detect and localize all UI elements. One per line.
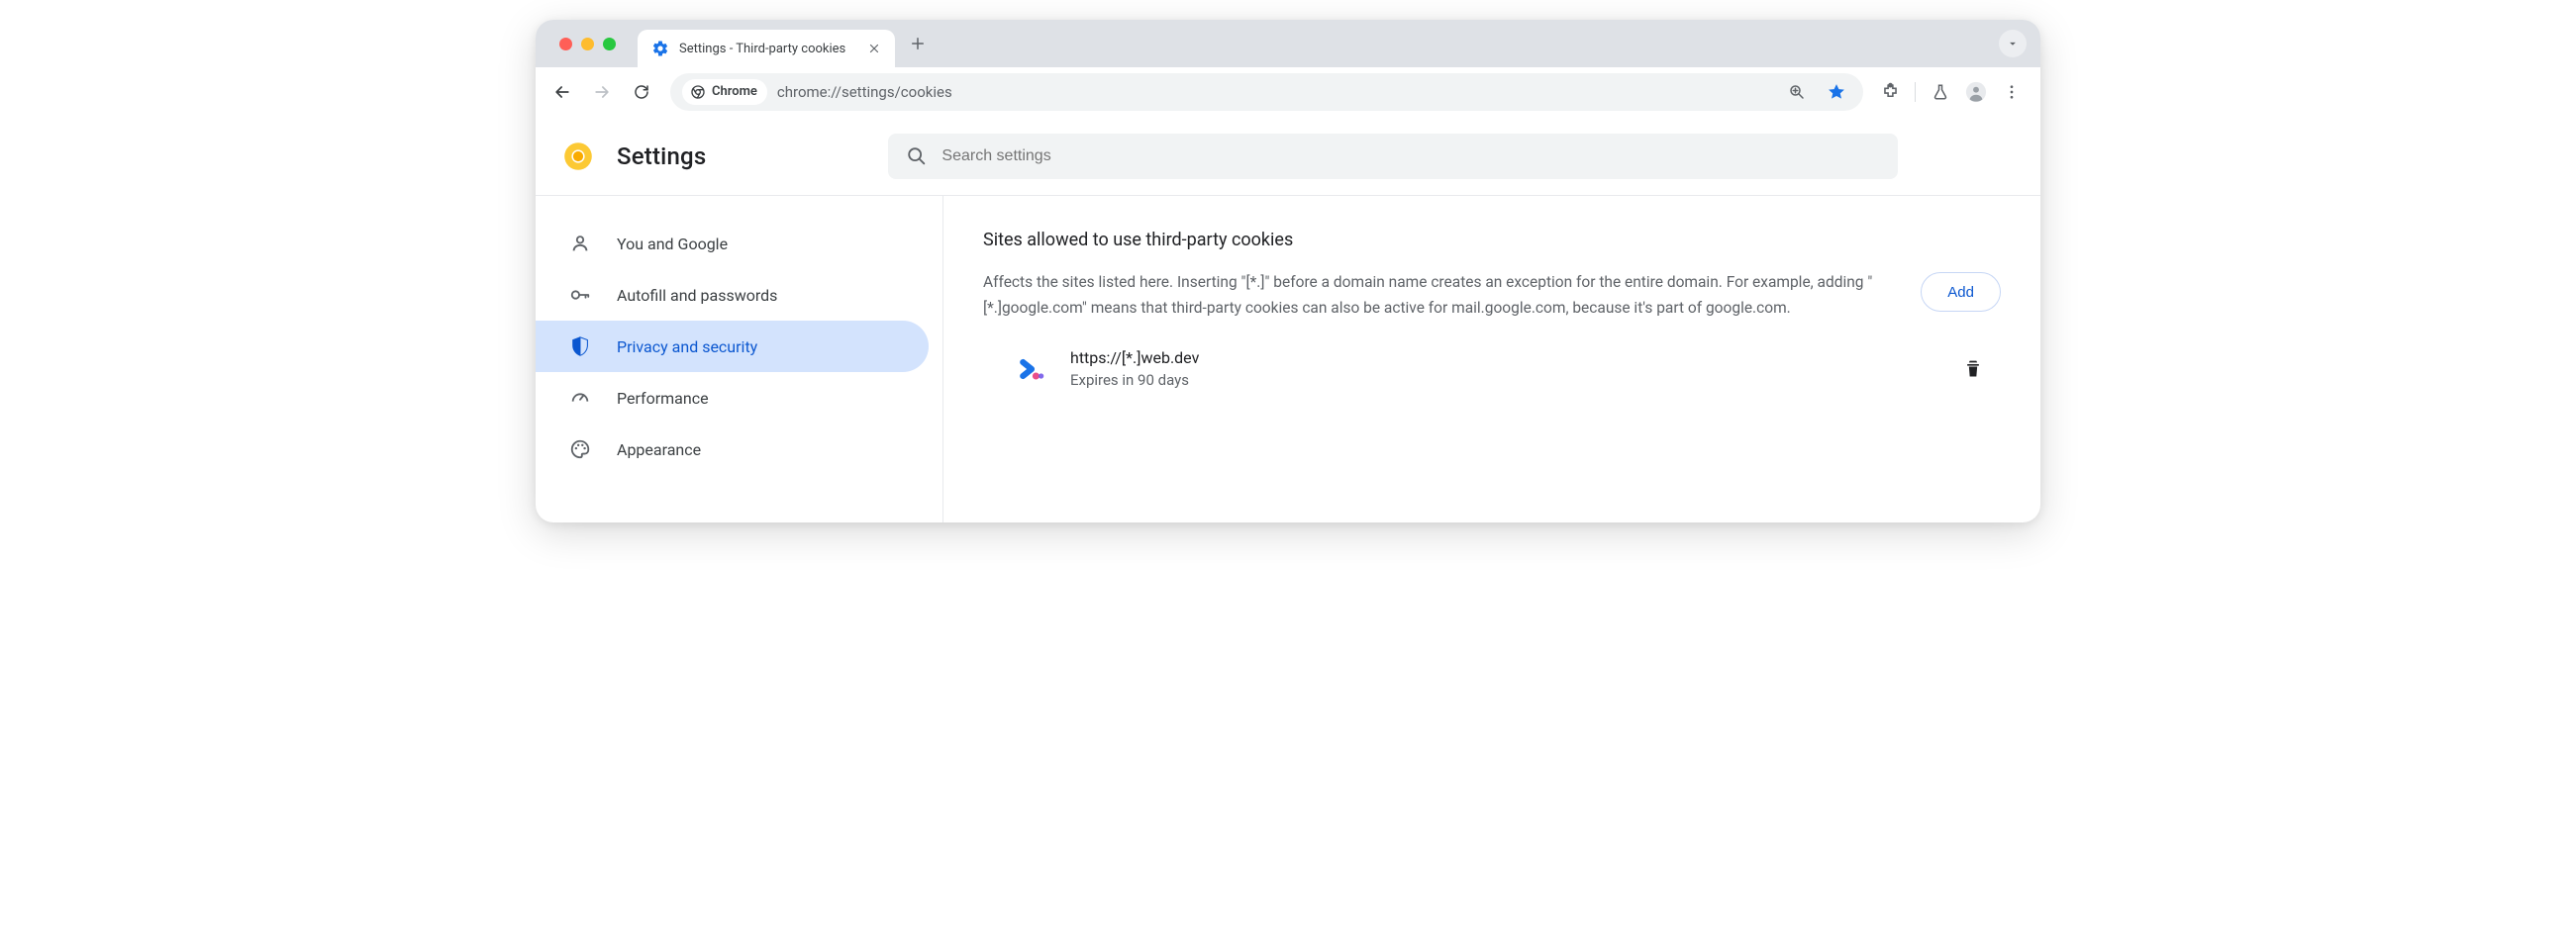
browser-tab[interactable]: Settings - Third-party cookies: [638, 30, 895, 67]
window-maximize-button[interactable]: [603, 38, 616, 50]
browser-toolbar: Chrome chrome://settings/cookies: [536, 67, 2040, 117]
zoom-icon[interactable]: [1782, 77, 1812, 107]
search-settings-field[interactable]: [888, 134, 1898, 179]
labs-icon[interactable]: [1926, 77, 1955, 107]
window-close-button[interactable]: [559, 38, 572, 50]
back-button[interactable]: [545, 75, 579, 109]
chrome-icon: [690, 84, 706, 100]
sidebar-item-autofill[interactable]: Autofill and passwords: [536, 269, 929, 321]
site-chip-label: Chrome: [712, 84, 757, 99]
section-description: Affects the sites listed here. Inserting…: [983, 270, 1891, 321]
delete-site-button[interactable]: [1955, 351, 1991, 387]
settings-header: Settings: [536, 117, 2040, 196]
sidebar-item-label: Autofill and passwords: [617, 286, 777, 305]
extensions-icon[interactable]: [1875, 77, 1905, 107]
sidebar-item-label: Appearance: [617, 440, 701, 459]
page-title: Settings: [617, 142, 706, 170]
palette-icon: [569, 438, 591, 460]
tab-title: Settings - Third-party cookies: [679, 42, 855, 56]
trash-icon: [1963, 359, 1983, 379]
browser-window: Settings - Third-party cookies Chrome: [536, 20, 2040, 522]
url-text: chrome://settings/cookies: [777, 83, 1772, 101]
menu-icon[interactable]: [1997, 77, 2027, 107]
allowed-site-row: https://[*.]web.dev Expires in 90 days: [983, 348, 2001, 389]
address-bar[interactable]: Chrome chrome://settings/cookies: [670, 73, 1863, 111]
new-tab-button[interactable]: [903, 29, 933, 58]
sidebar-item-you-and-google[interactable]: You and Google: [536, 218, 929, 269]
sidebar-item-label: You and Google: [617, 235, 728, 253]
bookmark-star-icon[interactable]: [1822, 77, 1851, 107]
sidebar-item-appearance[interactable]: Appearance: [536, 424, 929, 475]
tab-search-button[interactable]: [1999, 30, 2027, 57]
search-icon: [906, 145, 928, 167]
sidebar-item-privacy-security[interactable]: Privacy and security: [536, 321, 929, 372]
key-icon: [569, 284, 591, 306]
chrome-logo-icon: [563, 142, 593, 171]
tab-strip: Settings - Third-party cookies: [536, 20, 2040, 67]
site-url-text: https://[*.]web.dev: [1070, 348, 1932, 367]
window-controls: [559, 38, 616, 50]
site-chip[interactable]: Chrome: [682, 79, 767, 105]
settings-main: Sites allowed to use third-party cookies…: [943, 196, 2040, 522]
search-settings-input[interactable]: [941, 147, 1880, 165]
add-button[interactable]: Add: [1921, 272, 2001, 312]
person-icon: [569, 233, 591, 254]
site-expiry-text: Expires in 90 days: [1070, 371, 1932, 389]
forward-button[interactable]: [585, 75, 619, 109]
sidebar-item-performance[interactable]: Performance: [536, 372, 929, 424]
window-minimize-button[interactable]: [581, 38, 594, 50]
gear-icon: [651, 40, 669, 57]
reload-button[interactable]: [625, 75, 658, 109]
shield-icon: [569, 335, 591, 357]
toolbar-separator: [1915, 82, 1916, 102]
site-favicon-icon: [1017, 354, 1046, 384]
close-tab-button[interactable]: [865, 40, 883, 57]
sidebar-item-label: Privacy and security: [617, 337, 757, 356]
settings-sidebar: You and Google Autofill and passwords Pr…: [536, 196, 943, 522]
sidebar-item-label: Performance: [617, 389, 709, 408]
settings-body: You and Google Autofill and passwords Pr…: [536, 196, 2040, 522]
speedometer-icon: [569, 387, 591, 409]
profile-icon[interactable]: [1961, 77, 1991, 107]
section-title: Sites allowed to use third-party cookies: [983, 230, 2001, 250]
